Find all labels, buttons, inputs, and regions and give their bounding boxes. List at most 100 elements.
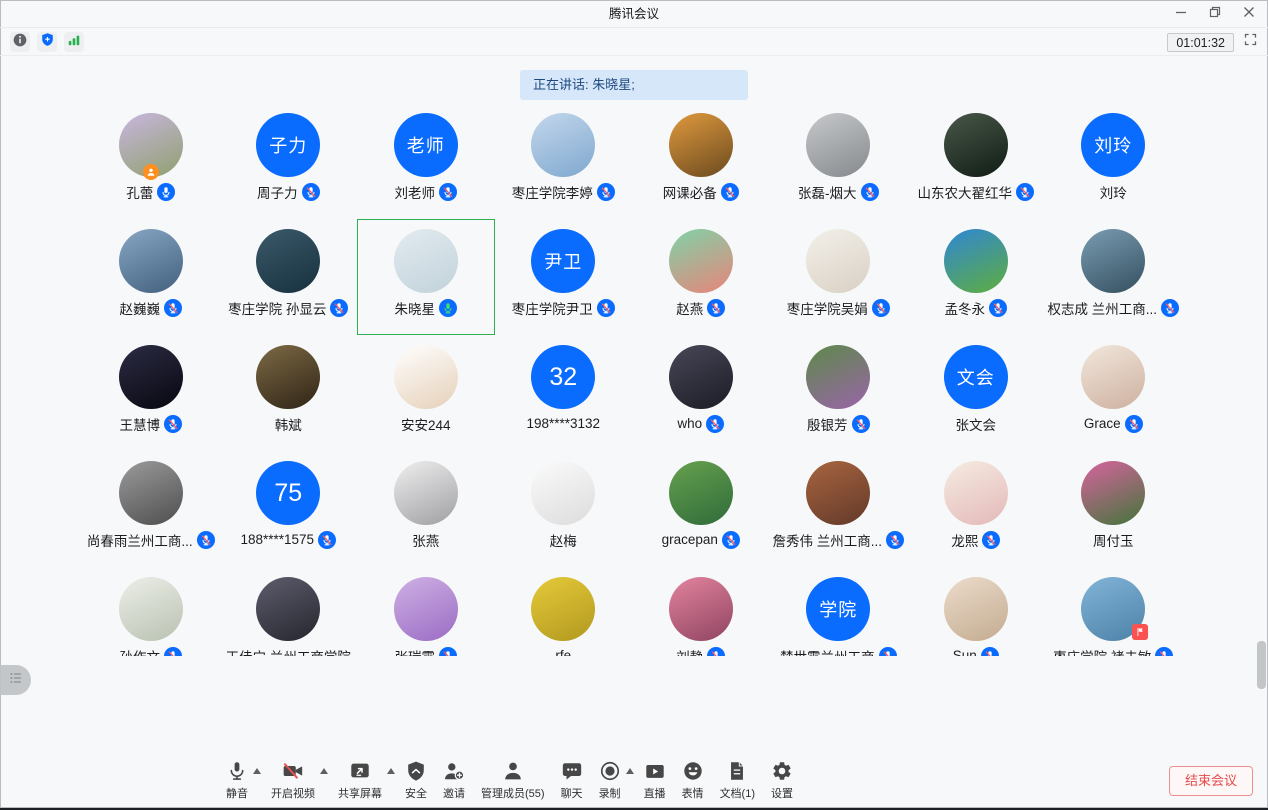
participant-tile[interactable]: 75 188****1575: [220, 451, 358, 567]
participant-name: 詹秀伟 兰州工商...: [772, 530, 882, 550]
participant-tile[interactable]: 刘静: [632, 567, 770, 656]
security-status-button[interactable]: [37, 32, 57, 52]
settings-icon: [771, 759, 793, 783]
avatar: 子力: [256, 113, 320, 177]
mic-muted-icon: [164, 415, 182, 433]
participant-tile[interactable]: 赵燕: [632, 219, 770, 335]
participant-tile[interactable]: 龙熙: [907, 451, 1045, 567]
caret-up-icon[interactable]: [387, 768, 395, 774]
participant-tile[interactable]: 周付玉: [1045, 451, 1183, 567]
participant-tile[interactable]: 张瑞霞: [357, 567, 495, 656]
participant-name: 周付玉: [1093, 530, 1134, 550]
toolbar-button-live[interactable]: 直播: [644, 759, 666, 801]
fullscreen-button[interactable]: [1243, 32, 1258, 52]
participant-tile[interactable]: 尚春雨兰州工商...: [82, 451, 220, 567]
caret-up-icon[interactable]: [253, 768, 261, 774]
toolbar-button-shield[interactable]: 安全: [405, 759, 427, 801]
participant-tile[interactable]: who: [632, 335, 770, 451]
grid-scrollbar[interactable]: [1257, 641, 1266, 689]
toolbar-button-label: 管理成员(55): [481, 785, 545, 801]
toolbar-button-chat[interactable]: 聊天: [561, 759, 583, 801]
participant-tile[interactable]: 山东农大翟红华: [907, 103, 1045, 219]
participant-tile[interactable]: 赵巍巍: [82, 219, 220, 335]
avatar: [669, 577, 733, 641]
participant-tile[interactable]: 安安244: [357, 335, 495, 451]
restore-button[interactable]: [1198, 0, 1232, 28]
caret-up-icon[interactable]: [626, 768, 634, 774]
participant-tile[interactable]: 枣庄学院 孙显云: [220, 219, 358, 335]
avatar: [944, 461, 1008, 525]
mic-muted-icon: [982, 531, 1000, 549]
participant-tile[interactable]: 网课必备: [632, 103, 770, 219]
mic-muted-icon: [302, 183, 320, 201]
statusbar: 01:01:32: [0, 29, 1268, 56]
participant-tile[interactable]: rfe: [495, 567, 633, 656]
participant-tile[interactable]: 枣庄学院 褚夫敏: [1045, 567, 1183, 656]
minimize-button[interactable]: [1164, 0, 1198, 28]
participant-tile[interactable]: 詹秀伟 兰州工商...: [770, 451, 908, 567]
mic-muted-icon: [597, 299, 615, 317]
caret-up-icon[interactable]: [320, 768, 328, 774]
camera-off-icon: [282, 759, 304, 783]
participant-tile[interactable]: 32 198****3132: [495, 335, 633, 451]
participant-tile[interactable]: Sun: [907, 567, 1045, 656]
mic-muted-icon: [1161, 299, 1179, 317]
chat-icon: [561, 759, 583, 783]
participant-tile[interactable]: 老师 刘老师: [357, 103, 495, 219]
toolbar-button-record[interactable]: 录制: [599, 759, 621, 801]
toolbar-button-invite[interactable]: 邀请: [443, 759, 465, 801]
toolbar-button-label: 邀请: [443, 785, 465, 801]
toolbar-button-settings[interactable]: 设置: [771, 759, 793, 801]
participant-tile[interactable]: 尹卫 枣庄学院尹卫: [495, 219, 633, 335]
toolbar-button-docs[interactable]: 文档(1): [720, 759, 755, 801]
participant-name: 刘静: [676, 646, 703, 657]
participant-tile[interactable]: 枣庄学院李婷: [495, 103, 633, 219]
participant-tile[interactable]: 王佳宁 兰州工商学院: [220, 567, 358, 656]
participant-tile[interactable]: 赵梅: [495, 451, 633, 567]
toolbar-button-label: 直播: [644, 785, 666, 801]
participant-name: 王慧博: [120, 414, 161, 434]
toolbar-button-mic[interactable]: 静音: [226, 759, 248, 801]
participant-tile[interactable]: Grace: [1045, 335, 1183, 451]
toolbar-button-members[interactable]: 管理成员(55): [481, 759, 545, 801]
network-quality-button[interactable]: [64, 32, 84, 52]
toolbar-button-camera-off[interactable]: 开启视频: [271, 759, 315, 801]
toolbar-button-share-screen[interactable]: 共享屏幕: [338, 759, 382, 801]
participant-tile[interactable]: 王慧博: [82, 335, 220, 451]
participant-tile[interactable]: 孙作文: [82, 567, 220, 656]
participant-tile[interactable]: 刘玲 刘玲: [1045, 103, 1183, 219]
end-meeting-button[interactable]: 结束会议: [1169, 766, 1253, 796]
toolbar-button-emoji[interactable]: 表情: [682, 759, 704, 801]
mic-muted-icon: [197, 531, 215, 549]
participant-tile[interactable]: 子力 周子力: [220, 103, 358, 219]
info-button[interactable]: [10, 32, 30, 52]
member-list-toggle[interactable]: [0, 665, 31, 695]
participant-tile[interactable]: 权志成 兰州工商...: [1045, 219, 1183, 335]
speaking-banner: 正在讲话: 朱晓星;: [520, 70, 748, 100]
mic-muted-icon: [721, 183, 739, 201]
participant-tile[interactable]: 孟冬永: [907, 219, 1045, 335]
avatar-text: 刘玲: [1094, 132, 1132, 158]
avatar: [394, 345, 458, 409]
mic-speaking-icon: [439, 299, 457, 317]
mic-muted-icon: [981, 647, 999, 657]
avatar: [256, 345, 320, 409]
network-quality-icon: [67, 33, 81, 52]
participant-tile[interactable]: 张燕: [357, 451, 495, 567]
participant-name: 孙作文: [120, 646, 161, 657]
participant-tile[interactable]: 学院 楚世霞兰州工商: [770, 567, 908, 656]
participant-tile[interactable]: 殷银芳: [770, 335, 908, 451]
participant-tile[interactable]: 枣庄学院吴娟: [770, 219, 908, 335]
participant-tile[interactable]: 韩斌: [220, 335, 358, 451]
participant-tile[interactable]: gracepan: [632, 451, 770, 567]
avatar: [944, 577, 1008, 641]
participant-tile[interactable]: 孔蕾: [82, 103, 220, 219]
close-button[interactable]: [1232, 0, 1266, 28]
participant-tile[interactable]: 朱晓星: [357, 219, 495, 335]
participant-tile[interactable]: 文会 张文会: [907, 335, 1045, 451]
mic-muted-icon: [852, 415, 870, 433]
live-icon: [644, 759, 666, 783]
participant-tile[interactable]: 张磊-烟大: [770, 103, 908, 219]
mic-muted-icon: [1155, 647, 1173, 657]
participant-name: 韩斌: [275, 414, 302, 434]
